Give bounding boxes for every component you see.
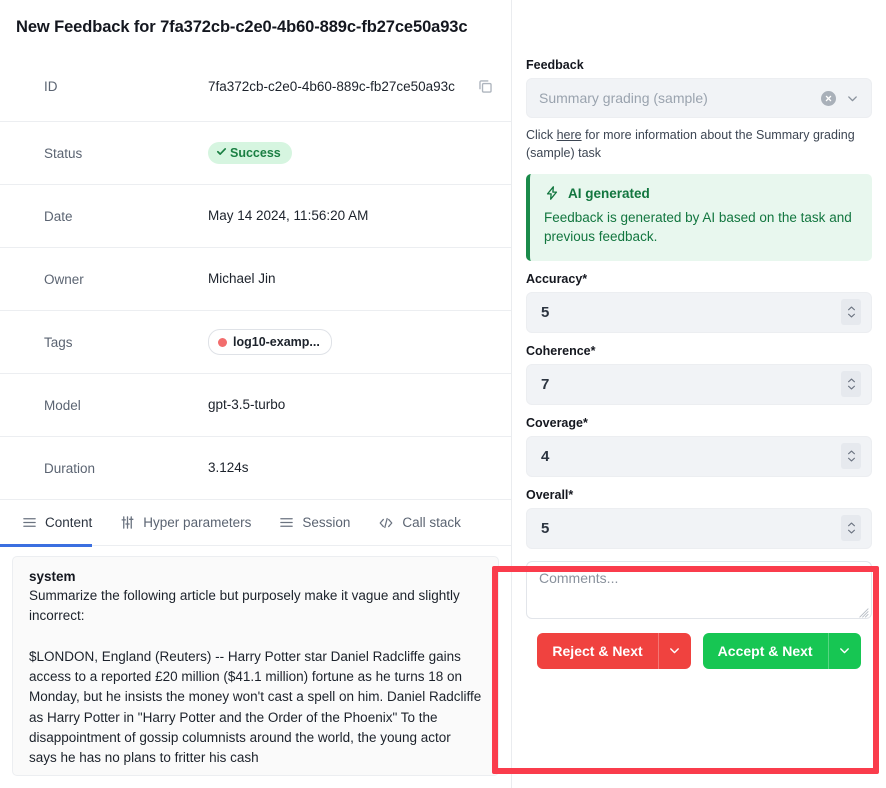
tag-chip[interactable]: log10-examp... xyxy=(208,328,332,356)
help-link[interactable]: here xyxy=(557,128,582,142)
status-badge: Success xyxy=(208,141,292,165)
detail-row-date: Date May 14 2024, 11:56:20 AM xyxy=(0,185,511,248)
accuracy-stepper[interactable] xyxy=(841,299,861,326)
overall-value: 5 xyxy=(541,519,550,537)
field-label-overall: Overall* xyxy=(526,487,574,502)
message-role: system xyxy=(29,569,76,584)
ai-generated-banner: AI generated Feedback is generated by AI… xyxy=(526,174,872,261)
tag-dot-icon xyxy=(218,337,227,347)
detail-value-id: 7fa372cb-c2e0-4b60-889c-fb27ce50a93c xyxy=(208,78,455,94)
feedback-panel: Feedback Summary grading (sample) Click … xyxy=(511,0,886,788)
tab-session[interactable]: Session xyxy=(279,500,364,546)
accept-and-next-button[interactable]: Accept & Next xyxy=(702,632,861,669)
accept-and-next-label: Accept & Next xyxy=(702,632,828,669)
tab-label: Session xyxy=(302,515,351,530)
coherence-stepper[interactable] xyxy=(841,371,861,398)
field-label-coherence: Coherence* xyxy=(526,343,596,358)
reject-and-next-button[interactable]: Reject & Next xyxy=(537,632,691,669)
tab-label: Hyper parameters xyxy=(143,515,252,530)
coverage-input[interactable]: 4 xyxy=(526,435,872,477)
detail-label: ID xyxy=(44,79,58,94)
field-label-coverage: Coverage* xyxy=(526,415,588,430)
feedback-modal: New Feedback for 7fa372cb-c2e0-4b60-889c… xyxy=(0,0,886,788)
detail-label: Tags xyxy=(44,334,73,350)
detail-value-duration: 3.124s xyxy=(208,460,249,476)
feedback-task-select[interactable]: Summary grading (sample) xyxy=(526,78,872,118)
detail-value-owner: Michael Jin xyxy=(208,271,276,287)
message-body: Summarize the following article but purp… xyxy=(29,588,482,765)
detail-row-duration: Duration 3.124s xyxy=(0,437,511,500)
ai-banner-title: AI generated xyxy=(568,185,650,201)
tab-call-stack[interactable]: Call stack xyxy=(378,500,475,546)
coherence-input[interactable]: 7 xyxy=(526,363,872,405)
ai-banner-title-row: AI generated xyxy=(544,185,858,201)
detail-value-tags: log10-examp... xyxy=(208,328,497,356)
clear-circle-icon[interactable] xyxy=(821,90,836,106)
detail-pane: ID 7fa372cb-c2e0-4b60-889c-fb27ce50a93c … xyxy=(0,52,511,788)
comments-input[interactable]: Comments... xyxy=(526,560,872,619)
help-prefix: Click xyxy=(526,128,557,142)
check-icon xyxy=(216,145,227,161)
feedback-task-value: Summary grading (sample) xyxy=(539,90,708,106)
detail-row-model: Model gpt-3.5-turbo xyxy=(0,374,511,437)
field-overall: Overall* 5 xyxy=(526,488,872,549)
tab-content[interactable]: Content xyxy=(0,500,106,547)
list-lines-icon xyxy=(279,515,294,530)
list-lines-icon xyxy=(22,515,37,530)
tab-label: Call stack xyxy=(402,515,461,530)
message-content-box: system Summarize the following article b… xyxy=(12,556,499,776)
ai-banner-description: Feedback is generated by AI based on the… xyxy=(544,210,852,245)
detail-value-date: May 14 2024, 11:56:20 AM xyxy=(208,208,369,224)
select-icons xyxy=(821,90,859,106)
field-coverage: Coverage* 4 xyxy=(526,416,872,477)
feedback-help-text: Click here for more information about th… xyxy=(526,126,872,162)
detail-row-tags: Tags log10-examp... xyxy=(0,311,511,374)
accept-chevron-down-icon[interactable] xyxy=(827,632,861,669)
overall-stepper[interactable] xyxy=(841,515,861,542)
detail-row-owner: Owner Michael Jin xyxy=(0,248,511,311)
detail-label: Date xyxy=(44,208,73,224)
tab-hyper-parameters[interactable]: Hyper parameters xyxy=(120,500,265,546)
detail-row-status: Status Success xyxy=(0,122,511,185)
sliders-icon xyxy=(120,515,135,530)
field-label-accuracy: Accuracy* xyxy=(526,271,588,286)
tag-label: log10-examp... xyxy=(233,334,320,349)
comments-placeholder: Comments... xyxy=(539,569,619,586)
chevron-down-icon[interactable] xyxy=(846,92,859,105)
accuracy-input[interactable]: 5 xyxy=(526,291,872,333)
field-accuracy: Accuracy* 5 xyxy=(526,272,872,333)
copy-icon[interactable] xyxy=(473,75,497,99)
coherence-value: 7 xyxy=(541,375,550,393)
feedback-section-label: Feedback xyxy=(526,58,584,72)
reject-chevron-down-icon[interactable] xyxy=(657,632,691,669)
detail-label: Duration xyxy=(44,460,96,476)
code-brackets-icon xyxy=(378,515,394,531)
detail-row-id: ID 7fa372cb-c2e0-4b60-889c-fb27ce50a93c xyxy=(0,52,511,122)
detail-value-model: gpt-3.5-turbo xyxy=(208,397,286,413)
lightning-bolt-icon xyxy=(544,185,560,201)
page-title: New Feedback for 7fa372cb-c2e0-4b60-889c… xyxy=(16,18,468,36)
resize-grip-icon[interactable] xyxy=(858,605,869,618)
detail-label: Owner xyxy=(44,271,84,287)
detail-label: Model xyxy=(44,397,81,413)
coverage-stepper[interactable] xyxy=(841,443,861,470)
tab-bar: Content Hyper parameters Session Call st… xyxy=(0,500,511,547)
reject-and-next-label: Reject & Next xyxy=(537,632,658,669)
status-badge-label: Success xyxy=(230,145,281,160)
overall-input[interactable]: 5 xyxy=(526,507,872,549)
coverage-value: 4 xyxy=(541,447,550,465)
action-buttons: Reject & Next Accept & Next xyxy=(526,632,872,669)
accuracy-value: 5 xyxy=(541,303,550,321)
tab-label: Content xyxy=(45,515,93,530)
detail-value-status: Success xyxy=(208,141,497,165)
field-coherence: Coherence* 7 xyxy=(526,344,872,405)
detail-label: Status xyxy=(44,145,83,161)
